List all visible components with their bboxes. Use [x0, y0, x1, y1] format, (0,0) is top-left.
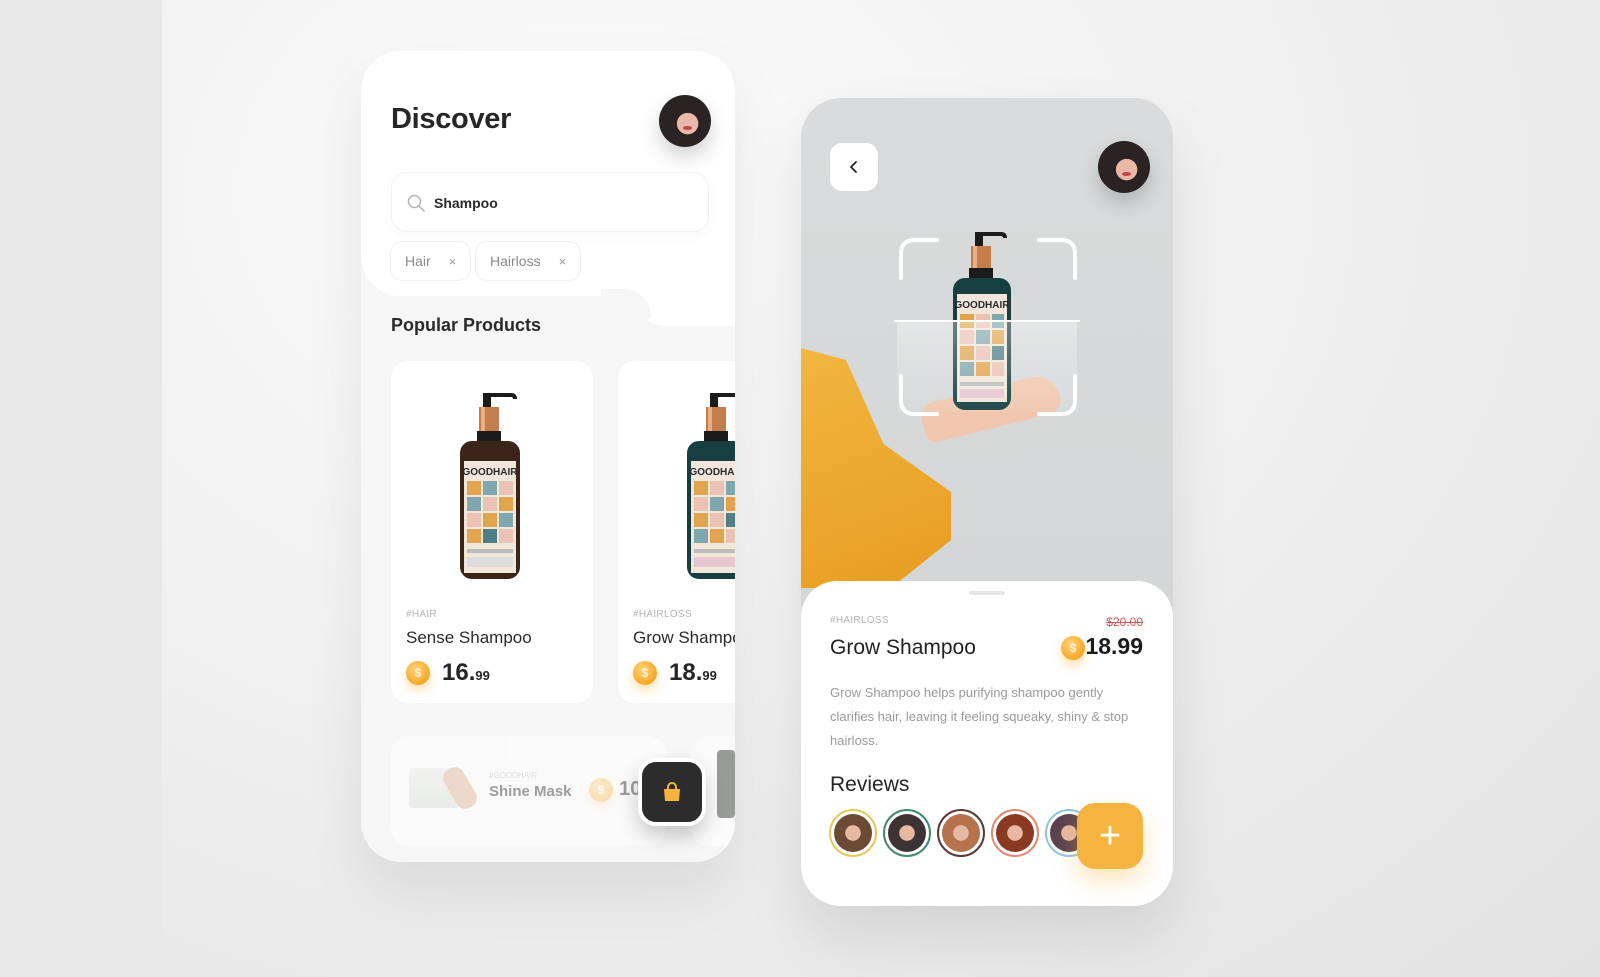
filter-chip-hairloss[interactable]: Hairloss × [475, 241, 582, 281]
product-name: Grow Shampoo [633, 628, 735, 647]
reviewer-list [829, 809, 1093, 857]
shopping-bag-icon [664, 782, 680, 801]
price-cents: 99 [475, 668, 490, 683]
chevron-left-icon [850, 161, 857, 173]
product-info-sheet: #HAIRLOSS Grow Shampoo $20.00 $ 18.99 Gr… [801, 581, 1173, 906]
original-price: $20.00 [1106, 615, 1143, 629]
product-tag: #HAIRLOSS [633, 609, 692, 620]
search-box[interactable] [391, 172, 709, 232]
svg-text:GOODHAIR: GOODHAIR [690, 467, 736, 478]
product-name: Sense Shampoo [406, 628, 532, 647]
coin-icon: $ [589, 778, 613, 802]
product-card[interactable]: GOODHAIR #HAIR Sense Shampoo $ 16.99 [391, 361, 593, 703]
page-title: Discover [391, 103, 512, 135]
product-tag: #HAIR [406, 609, 437, 620]
product-image: GOODHAIR [687, 393, 736, 579]
product-tag: #GOODHAIR [489, 771, 538, 780]
product-card[interactable]: GOODHAIR #HAIRLOSS Grow Shampoo $ 18.99 [618, 361, 735, 703]
cart-button[interactable] [638, 758, 706, 826]
plus-icon: + [1098, 815, 1122, 857]
product-tag: #HAIRLOSS [830, 615, 889, 626]
product-image [717, 750, 735, 818]
back-button[interactable] [830, 143, 878, 191]
coin-icon: $ [633, 661, 657, 685]
reviewer-photo [996, 814, 1034, 852]
reviews-heading: Reviews [830, 773, 910, 796]
search-icon [407, 194, 425, 212]
search-input[interactable] [434, 189, 694, 217]
user-avatar[interactable] [1098, 141, 1150, 193]
filter-chip-label: Hairloss [490, 253, 541, 269]
price-main: 18. [669, 659, 703, 686]
add-to-cart-button[interactable]: + [1077, 803, 1143, 869]
reviewer-photo [888, 814, 926, 852]
scan-frame-icon [899, 238, 1077, 416]
reviewer-avatar[interactable] [937, 809, 985, 857]
reviewer-avatar[interactable] [829, 809, 877, 857]
svg-text:GOODHAIR: GOODHAIR [463, 467, 519, 478]
sheet-drag-handle[interactable] [969, 591, 1005, 595]
reviewer-avatar[interactable] [883, 809, 931, 857]
product-description: Grow Shampoo helps purifying shampoo gen… [830, 685, 1129, 748]
product-image: GOODHAIR [460, 393, 520, 579]
price-cents: 99 [702, 668, 717, 683]
product-detail-screen: GOODHAIR #HAIRLOSS Grow Shampoo $20.00 $… [801, 98, 1173, 906]
close-icon[interactable]: × [559, 254, 567, 269]
coin-icon: $ [1061, 636, 1085, 660]
section-title: Popular Products [391, 315, 542, 335]
product-card-shine-mask[interactable]: #GOODHAIR Shine Mask $ 10 [391, 736, 666, 846]
reviewer-photo [942, 814, 980, 852]
coin-icon: $ [406, 661, 430, 685]
filter-chip-hair[interactable]: Hair × [390, 241, 472, 281]
product-name: Shine Mask [489, 783, 572, 800]
close-icon[interactable]: × [449, 254, 457, 269]
product-name: Grow Shampoo [830, 636, 976, 659]
product-price: $ 16.99 [406, 659, 490, 687]
discover-screen: Discover Hair × Hairloss × Popular Produ… [361, 51, 735, 862]
reviewer-photo [834, 814, 872, 852]
price-main: 16. [442, 659, 476, 686]
product-price: $ 18.99 [633, 659, 717, 687]
filter-chip-label: Hair [405, 253, 431, 269]
sale-price: 18.99 [1085, 633, 1143, 659]
reviewer-avatar[interactable] [991, 809, 1039, 857]
user-avatar[interactable] [659, 95, 711, 147]
